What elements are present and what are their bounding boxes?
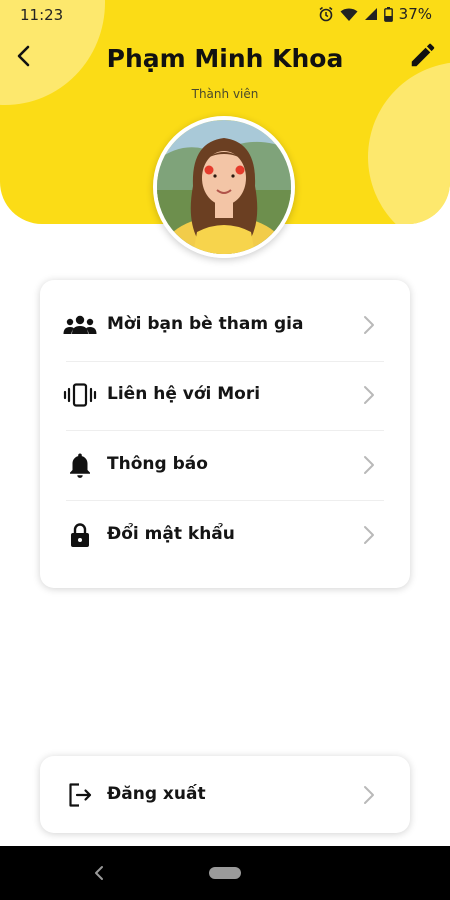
profile-role: Thành viên — [191, 87, 259, 101]
menu-item-label: Liên hệ với Mori — [107, 384, 261, 404]
settings-menu-card: Mời bạn bè tham gia Liên hệ với Mori Thô… — [40, 280, 410, 588]
bell-icon — [62, 452, 98, 478]
logout-button[interactable]: Đăng xuất — [40, 760, 410, 830]
lock-icon — [62, 522, 98, 548]
logout-icon — [62, 782, 98, 808]
menu-item-label: Mời bạn bè tham gia — [107, 314, 304, 334]
nav-back-icon[interactable] — [92, 865, 106, 881]
logout-card: Đăng xuất — [40, 756, 410, 833]
signal-icon — [364, 8, 377, 20]
status-icons: 37% — [318, 5, 432, 23]
menu-item-notifications[interactable]: Thông báo — [40, 430, 410, 500]
chevron-right-icon — [364, 786, 374, 804]
battery-icon — [383, 6, 393, 22]
profile-name: Phạm Minh Khoa — [106, 44, 344, 73]
battery-percentage: 37% — [398, 5, 432, 23]
avatar-photo — [157, 120, 291, 254]
group-icon — [62, 312, 98, 338]
menu-item-label: Thông báo — [107, 454, 208, 474]
system-navigation-bar — [0, 846, 450, 900]
menu-item-invite-friends[interactable]: Mời bạn bè tham gia — [40, 290, 410, 360]
menu-item-change-password[interactable]: Đổi mật khẩu — [40, 500, 410, 570]
alarm-icon — [319, 6, 333, 22]
logout-label: Đăng xuất — [107, 784, 206, 804]
chevron-right-icon — [364, 386, 374, 404]
wifi-icon — [340, 8, 358, 21]
status-time: 11:23 — [20, 6, 64, 24]
status-bar: 11:23 37% — [0, 0, 450, 30]
chevron-right-icon — [364, 526, 374, 544]
nav-home-button[interactable] — [209, 867, 241, 879]
menu-item-contact-mori[interactable]: Liên hệ với Mori — [40, 360, 410, 430]
chevron-right-icon — [364, 316, 374, 334]
phone-vibrate-icon — [62, 382, 98, 408]
avatar[interactable] — [153, 116, 295, 258]
chevron-right-icon — [364, 456, 374, 474]
menu-item-label: Đổi mật khẩu — [107, 524, 235, 544]
